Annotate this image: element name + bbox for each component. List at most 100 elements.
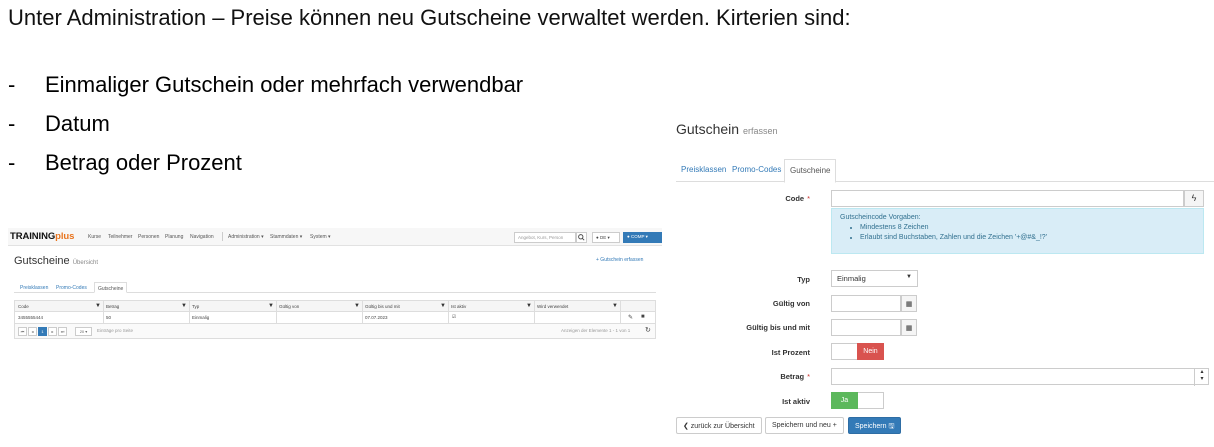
nav-item-navigation[interactable]: Navigation bbox=[190, 234, 214, 240]
ist-prozent-label: Ist Prozent bbox=[771, 348, 810, 357]
cell-gueltig-bis: 07.07.2023 bbox=[365, 315, 388, 320]
top-navbar: TRAININGplus Kurse Teilnehmer Personen P… bbox=[8, 228, 662, 246]
filter-icon[interactable]: ▼ bbox=[526, 303, 532, 309]
tab-promo-codes[interactable]: Promo-Codes bbox=[56, 285, 87, 291]
page-subtitle: Übersicht bbox=[72, 260, 99, 266]
typ-value: Einmalig bbox=[837, 274, 866, 283]
code-label: Code * bbox=[785, 194, 810, 203]
refresh-icon[interactable]: ↻ bbox=[645, 326, 651, 334]
filter-icon[interactable]: ▼ bbox=[181, 303, 187, 309]
globe-icon: ● bbox=[596, 235, 599, 240]
nav-item-stammdaten[interactable]: Stammdaten ▾ bbox=[270, 234, 302, 240]
tab-promo-codes[interactable]: Promo-Codes bbox=[732, 165, 781, 174]
tab-preisklassen[interactable]: Preisklassen bbox=[20, 285, 48, 291]
checkbox-icon: ☑ bbox=[452, 314, 457, 319]
ist-aktiv-label: Ist aktiv bbox=[782, 397, 810, 406]
add-voucher-link[interactable]: + Gutschein erfassen bbox=[596, 257, 643, 263]
code-input[interactable] bbox=[831, 190, 1184, 207]
search-button[interactable] bbox=[576, 232, 587, 243]
gueltig-bis-input[interactable] bbox=[831, 319, 901, 336]
page-title: Gutscheine Übersicht bbox=[14, 255, 99, 267]
required-marker: * bbox=[807, 372, 810, 381]
bullet-text: Einmaliger Gutschein oder mehrfach verwe… bbox=[45, 72, 524, 97]
toggle-state: Nein bbox=[857, 343, 884, 360]
info-title: Gutscheincode Vorgaben: bbox=[840, 214, 921, 221]
search-icon bbox=[578, 234, 585, 241]
filter-icon[interactable]: ▼ bbox=[354, 303, 360, 309]
nav-item-kurse[interactable]: Kurse bbox=[88, 234, 101, 240]
slide-intro-text: Unter Administration – Preise können neu… bbox=[8, 5, 851, 30]
column-header[interactable]: Betrag bbox=[106, 304, 119, 309]
back-to-overview-button[interactable]: ❮ zurück zur Übersicht bbox=[676, 417, 762, 434]
filter-icon[interactable]: ▼ bbox=[268, 303, 274, 309]
filter-icon[interactable]: ▼ bbox=[440, 303, 446, 309]
overview-tabs: Preisklassen Promo-Codes Gutscheine bbox=[14, 282, 656, 293]
calendar-button[interactable]: ▦ bbox=[901, 295, 917, 312]
overview-screenshot: TRAININGplus Kurse Teilnehmer Personen P… bbox=[8, 228, 662, 346]
calendar-button[interactable]: ▦ bbox=[901, 319, 917, 336]
delete-icon[interactable]: ■ bbox=[641, 314, 645, 320]
user-menu[interactable]: ● COMP ▾ bbox=[623, 232, 662, 243]
form-tabs: Preisklassen Promo-Codes Gutscheine bbox=[676, 158, 1214, 183]
info-item: Erlaubt sind Buchstaben, Zahlen und die … bbox=[860, 233, 1195, 243]
gueltig-von-input[interactable] bbox=[831, 295, 901, 312]
last-page-icon[interactable]: ⏭ bbox=[58, 327, 67, 336]
bullet-dash: - bbox=[8, 72, 16, 97]
nav-item-personen[interactable]: Personen bbox=[138, 234, 159, 240]
gueltig-von-label: Gültig von bbox=[772, 299, 810, 308]
column-header[interactable]: Gültig von bbox=[279, 304, 299, 309]
prev-page-icon[interactable]: ◂ bbox=[28, 327, 37, 336]
column-header[interactable]: Wird verwendet bbox=[537, 304, 568, 309]
column-header[interactable]: Typ bbox=[192, 304, 199, 309]
first-page-icon[interactable]: ⏮ bbox=[18, 327, 27, 336]
next-page-icon[interactable]: ▸ bbox=[48, 327, 57, 336]
search-input[interactable]: Angebot, Kurs, Person bbox=[514, 232, 576, 243]
filter-icon[interactable]: ▼ bbox=[95, 303, 101, 309]
bullet-dash: - bbox=[8, 150, 16, 175]
nav-item-teilnehmer[interactable]: Teilnehmer bbox=[108, 234, 132, 240]
user-label: COMP ▾ bbox=[630, 234, 648, 239]
nav-item-system[interactable]: System ▾ bbox=[310, 234, 331, 240]
nav-item-administration[interactable]: Administration ▾ bbox=[228, 234, 264, 240]
table-row[interactable]: 3455555444 50 Einmalig 07.07.2023 ☑ ✎ ■ bbox=[15, 312, 655, 324]
caret-down-icon: ▼ bbox=[906, 274, 912, 280]
page-size-select[interactable]: 20 ▾ bbox=[75, 327, 92, 336]
info-item: Mindestens 8 Zeichen bbox=[860, 223, 1195, 233]
required-marker: * bbox=[807, 194, 810, 203]
bullet-text: Betrag oder Prozent bbox=[45, 150, 242, 175]
tab-preisklassen[interactable]: Preisklassen bbox=[681, 165, 726, 174]
brand-logo[interactable]: TRAININGplus bbox=[10, 231, 74, 243]
typ-select[interactable]: Einmalig ▼ bbox=[831, 270, 918, 287]
info-list: Mindestens 8 Zeichen Erlaubt sind Buchst… bbox=[860, 223, 1195, 243]
number-spinner[interactable]: ▴ ▾ bbox=[1194, 369, 1209, 386]
form-title: Gutschein erfassen bbox=[676, 121, 778, 137]
spin-down-icon[interactable]: ▾ bbox=[1195, 376, 1209, 383]
generate-code-button[interactable]: ϟ bbox=[1184, 190, 1204, 207]
cell-code: 3455555444 bbox=[18, 315, 44, 320]
edit-icon[interactable]: ✎ bbox=[628, 314, 633, 321]
calendar-icon: ▦ bbox=[905, 301, 913, 308]
ist-prozent-toggle[interactable]: Nein bbox=[831, 343, 884, 360]
column-header[interactable]: Code bbox=[18, 304, 29, 309]
nav-item-planung[interactable]: Planung bbox=[165, 234, 183, 240]
tab-gutscheine[interactable]: Gutscheine bbox=[784, 159, 837, 183]
lightning-icon: ϟ bbox=[1191, 193, 1197, 203]
gueltig-bis-label: Gültig bis und mit bbox=[746, 323, 810, 332]
save-and-new-button[interactable]: Speichern und neu + bbox=[765, 417, 844, 434]
language-select[interactable]: ● DE ▾ bbox=[592, 232, 620, 243]
ist-aktiv-toggle[interactable]: Ja bbox=[831, 392, 884, 409]
code-requirements-info: Gutscheincode Vorgaben: Mindestens 8 Zei… bbox=[831, 208, 1204, 254]
column-header[interactable]: Ist aktiv bbox=[451, 304, 466, 309]
filter-icon[interactable]: ▼ bbox=[612, 303, 618, 309]
page-size-label: Einträge pro Seite bbox=[97, 328, 134, 333]
betrag-input[interactable] bbox=[831, 368, 1209, 385]
bullet-text: Datum bbox=[45, 111, 110, 136]
grid-pager: ⏮ ◂ 1 ▸ ⏭ 20 ▾ Einträge pro Seite Anzeig… bbox=[15, 324, 655, 338]
column-header[interactable]: Gültig bis und mit bbox=[365, 304, 400, 309]
spin-up-icon[interactable]: ▴ bbox=[1195, 369, 1209, 376]
current-page-button[interactable]: 1 bbox=[38, 327, 47, 336]
calendar-icon: ▦ bbox=[905, 325, 913, 332]
tab-gutscheine[interactable]: Gutscheine bbox=[94, 282, 128, 293]
grid-summary: Anzeigen der Elemente 1 - 1 von 1 bbox=[561, 328, 631, 333]
save-button[interactable]: Speichern 🖫 bbox=[848, 417, 902, 434]
